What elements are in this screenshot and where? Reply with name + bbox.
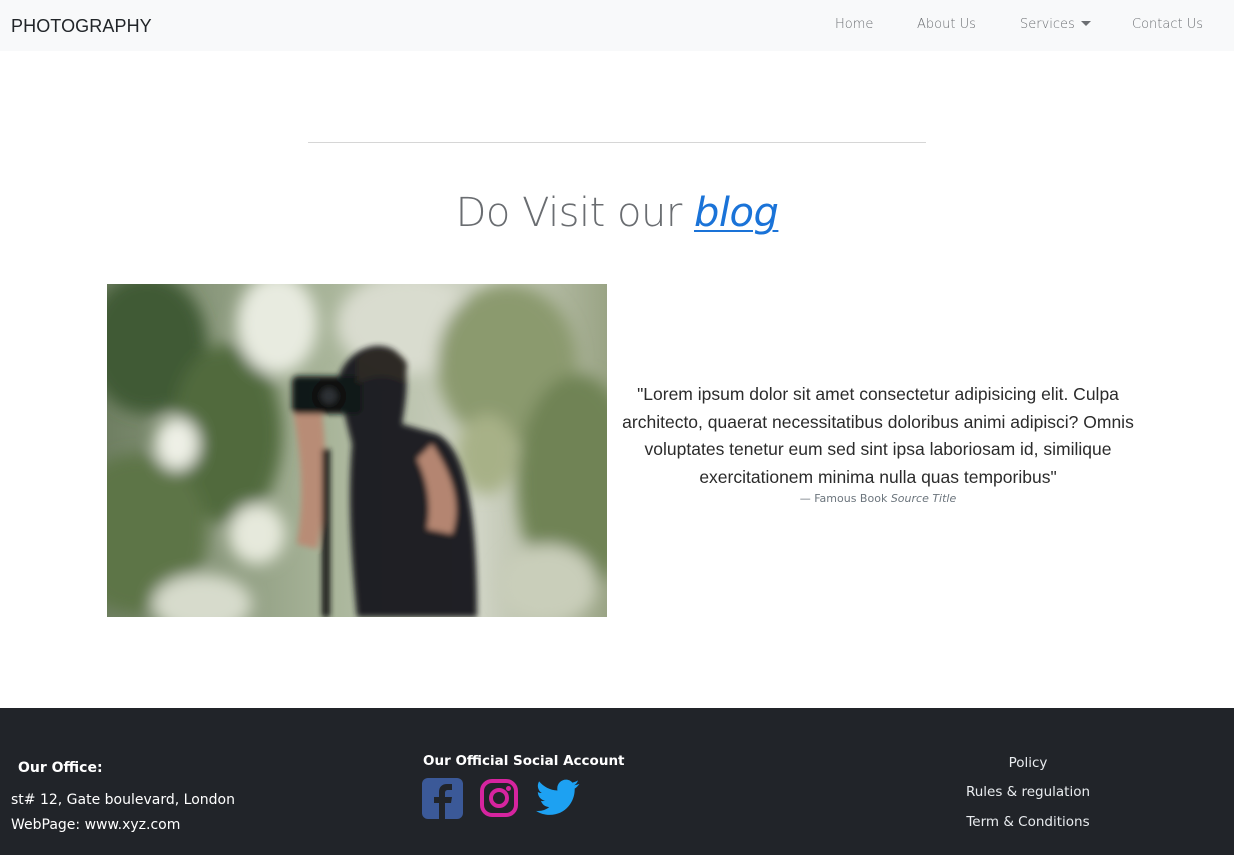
quote-attribution: — Famous Book Source Title <box>618 492 1138 505</box>
heading-text: Do Visit our <box>455 190 695 236</box>
nav-services-dropdown[interactable]: Services <box>1020 17 1091 32</box>
page-footer: Our Office: st# 12, Gate boulevard, Lond… <box>0 708 1234 855</box>
office-webpage: WebPage: www.xyz.com <box>11 817 181 833</box>
twitter-icon[interactable] <box>536 778 580 822</box>
caret-down-icon <box>1080 21 1091 26</box>
blog-link[interactable]: blog <box>694 190 779 236</box>
quote-text: "Lorem ipsum dolor sit amet consectetur … <box>622 384 1134 487</box>
testimonial-quote: "Lorem ipsum dolor sit amet consectetur … <box>618 381 1138 505</box>
nav-home-link[interactable]: Home <box>835 17 873 32</box>
quote-source-title: Source Title <box>890 492 957 505</box>
footer-policy-link[interactable]: Policy <box>928 755 1128 771</box>
section-divider <box>308 142 926 143</box>
photographer-photo <box>107 284 607 617</box>
instagram-icon[interactable] <box>479 778 519 822</box>
nav-about-link[interactable]: About Us <box>917 17 976 32</box>
brand-logo-text[interactable]: PHOTOGRAPHY <box>11 16 152 37</box>
footer-terms-link[interactable]: Term & Conditions <box>928 814 1128 830</box>
top-navbar: PHOTOGRAPHY Home About Us Services Conta… <box>0 0 1234 51</box>
office-address: st# 12, Gate boulevard, London <box>11 792 235 808</box>
page-heading: Do Visit our blog <box>0 190 1234 236</box>
facebook-icon[interactable] <box>422 778 463 823</box>
footer-rules-link[interactable]: Rules & regulation <box>928 784 1128 800</box>
office-title: Our Office: <box>18 760 103 776</box>
nav-services-label: Services <box>1020 17 1075 32</box>
quote-attribution-text: — Famous Book <box>799 492 891 505</box>
social-title: Our Official Social Account <box>423 753 625 769</box>
nav-contact-link[interactable]: Contact Us <box>1132 17 1203 32</box>
